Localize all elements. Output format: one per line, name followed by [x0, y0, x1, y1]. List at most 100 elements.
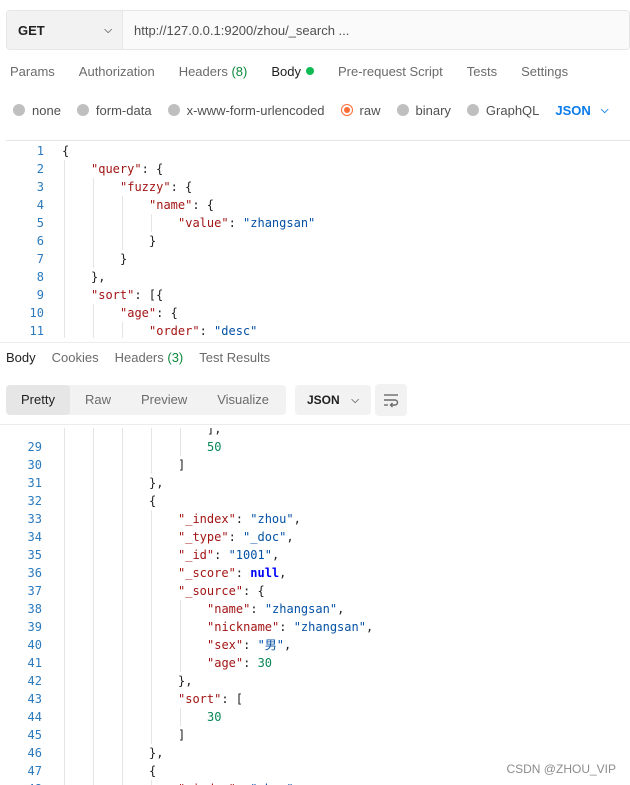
line-number: 32: [27, 494, 42, 508]
indent-guide: [64, 744, 65, 762]
code-token: 30: [207, 710, 222, 724]
tab-response-body[interactable]: Body: [6, 350, 36, 370]
indent-guide: [64, 618, 65, 636]
indent-guide: [151, 726, 152, 744]
indent-guide: [64, 546, 65, 564]
line-number: 2: [36, 162, 44, 176]
indent-guide: [64, 232, 65, 250]
line-number: 1: [36, 144, 44, 158]
tab-test-results[interactable]: Test Results: [199, 350, 270, 370]
code-text: ]: [178, 456, 185, 474]
line-number: 30: [27, 458, 42, 472]
tab-pre-request-script[interactable]: Pre-request Script: [338, 64, 443, 84]
body-language-select[interactable]: JSON ⌵: [555, 103, 608, 118]
view-preview-button[interactable]: Preview: [126, 385, 202, 415]
tab-params[interactable]: Params: [10, 64, 55, 84]
code-text: "age": {: [120, 304, 178, 322]
code-line: 30]: [6, 456, 630, 474]
indent-guide: [64, 636, 65, 654]
tab-settings[interactable]: Settings: [521, 64, 568, 84]
indent-guide: [122, 600, 123, 618]
indent-guide: [93, 564, 94, 582]
indent-guide: [93, 726, 94, 744]
indent-guide: [122, 618, 123, 636]
line-number: 31: [27, 476, 42, 490]
indent-guide: [122, 726, 123, 744]
code-token: ,: [271, 548, 280, 562]
code-line: 4 "name": {: [6, 196, 630, 214]
indent-guide: [93, 582, 94, 600]
code-text: {: [149, 492, 156, 510]
code-token: "zhangsan": [243, 216, 316, 230]
request-body-editor[interactable]: 1{2 "query": {3 "fuzzy": {4 "name": {5 "valu…: [6, 140, 630, 338]
code-token: "zhangsan": [293, 620, 366, 634]
code-line: 44 30: [6, 708, 630, 726]
indent-guide: [151, 780, 152, 785]
indent-guide: [180, 428, 181, 438]
view-raw-button[interactable]: Raw: [70, 385, 126, 415]
code-token: : {: [156, 306, 178, 320]
code-line: 35 "_id": "1001",: [6, 546, 630, 564]
view-visualize-button[interactable]: Visualize: [202, 385, 284, 415]
tab-response-headers[interactable]: Headers (3): [115, 350, 184, 370]
code-line: 38 "name": "zhangsan",: [6, 600, 630, 618]
tab-headers[interactable]: Headers (8): [179, 64, 248, 84]
response-tabs: Body Cookies Headers (3) Test Results: [6, 350, 286, 370]
indent-guide: [64, 214, 65, 232]
wrap-lines-icon: [384, 394, 399, 408]
tab-tests[interactable]: Tests: [467, 64, 497, 84]
indent-guide: [93, 708, 94, 726]
code-token: : {: [243, 584, 265, 598]
line-number: 43: [27, 692, 42, 706]
code-token: "value": [178, 216, 229, 230]
tab-label: Params: [10, 64, 55, 79]
radio-raw[interactable]: raw: [340, 103, 381, 118]
code-text: "nickname": "zhangsan",: [207, 618, 373, 636]
code-line: ],: [6, 428, 630, 438]
code-token: ]: [178, 458, 186, 472]
radio-none[interactable]: none: [13, 103, 61, 118]
radio-binary[interactable]: binary: [396, 103, 451, 118]
tab-authorization[interactable]: Authorization: [79, 64, 155, 84]
code-token: ,: [365, 620, 374, 634]
indent-guide: [122, 232, 123, 250]
tab-body[interactable]: Body: [271, 64, 314, 84]
indent-guide: [93, 492, 94, 510]
indent-guide: [122, 428, 123, 438]
code-token: : {: [141, 162, 164, 176]
radio-form-data[interactable]: form-data: [76, 103, 152, 118]
code-token: "query": [91, 162, 142, 176]
code-token: "name": [207, 602, 251, 616]
indent-guide: [180, 636, 181, 654]
chevron-down-icon: ⌵: [600, 104, 609, 116]
indent-guide: [93, 438, 94, 456]
indent-guide: [122, 708, 123, 726]
indent-guide: [93, 690, 94, 708]
method-select[interactable]: GET ⌵: [7, 11, 123, 49]
code-token: "sex": [207, 638, 244, 652]
code-token: :: [199, 324, 215, 338]
indent-guide: [122, 744, 123, 762]
indent-guide: [180, 654, 181, 672]
indent-guide: [93, 636, 94, 654]
method-label: GET: [18, 22, 45, 38]
radio-graphql[interactable]: GraphQL: [466, 102, 540, 118]
wrap-lines-button[interactable]: [375, 384, 407, 416]
response-format-select[interactable]: JSON ⌵: [295, 385, 371, 415]
url-input[interactable]: http://127.0.0.1:9200/zhou/_search ...: [123, 11, 629, 49]
indent-guide: [122, 582, 123, 600]
indent-guide: [64, 438, 65, 456]
line-number: 48: [6, 780, 42, 785]
indent-guide: [93, 304, 94, 322]
response-body-viewer[interactable]: ], 29 50 30] 31}, 32{33 "_index": "zhou", 34 "_t…: [6, 428, 630, 785]
indent-guide: [122, 546, 123, 564]
code-text: "_score": null,: [178, 564, 286, 582]
radio-x-www-form-urlencoded[interactable]: x-www-form-urlencoded: [167, 103, 325, 118]
radio-label: GraphQL: [485, 102, 540, 118]
code-token: }: [120, 252, 128, 266]
tab-cookies[interactable]: Cookies: [52, 350, 99, 370]
indent-guide: [64, 780, 65, 785]
view-pretty-button[interactable]: Pretty: [6, 385, 70, 415]
indent-guide: [122, 196, 123, 214]
code-token: },: [91, 270, 106, 284]
